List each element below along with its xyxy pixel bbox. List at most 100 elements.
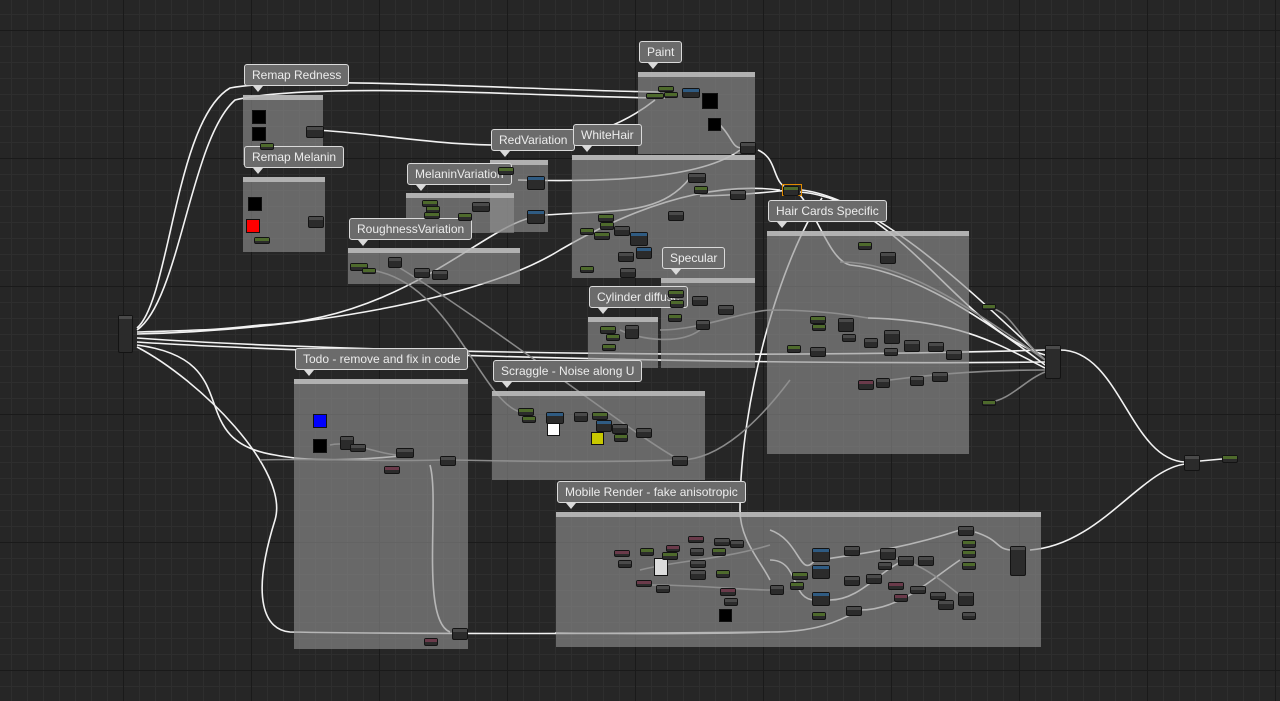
expression-node[interactable] [614,550,630,557]
expression-node[interactable] [594,232,610,240]
expression-node[interactable] [812,612,826,620]
expression-node[interactable] [668,290,684,298]
expression-node[interactable] [876,378,890,388]
expression-node[interactable] [614,434,628,442]
black-constant-swatch[interactable] [313,439,327,453]
expression-node[interactable] [518,408,534,416]
expression-node[interactable] [694,186,708,194]
comment-paint[interactable] [638,72,755,154]
expression-node[interactable] [958,592,974,606]
expression-node[interactable] [783,186,799,196]
expression-node[interactable] [612,424,628,434]
comment-title-remap-redness[interactable]: Remap Redness [244,64,350,92]
expression-node[interactable] [625,325,639,339]
expression-node[interactable] [864,338,878,348]
expression-node[interactable] [904,340,920,352]
comment-title-specular[interactable]: Specular [662,247,726,275]
expression-node[interactable] [664,92,678,98]
expression-node[interactable] [696,320,710,330]
expression-node[interactable] [724,598,738,606]
blue-constant-swatch[interactable] [313,414,327,428]
black-constant-swatch[interactable] [248,197,262,211]
expression-node[interactable] [600,326,616,334]
expression-node[interactable] [396,448,414,458]
expression-node[interactable] [118,315,133,353]
expression-node[interactable] [546,412,564,424]
expression-node[interactable] [894,594,908,602]
expression-node[interactable] [866,574,882,584]
white-constant-swatch[interactable] [654,558,668,576]
expression-node[interactable] [618,560,632,568]
black-constant-swatch[interactable] [252,110,266,124]
expression-node[interactable] [452,628,468,640]
expression-node[interactable] [424,638,438,646]
expression-node[interactable] [910,586,926,594]
expression-node[interactable] [810,347,826,357]
expression-node[interactable] [714,538,730,546]
expression-node[interactable] [618,252,634,262]
expression-node[interactable] [690,560,706,568]
expression-node[interactable] [636,580,652,587]
expression-node[interactable] [362,268,376,274]
expression-node[interactable] [962,540,976,548]
expression-node[interactable] [730,540,744,548]
expression-node[interactable] [636,428,652,438]
expression-node[interactable] [858,242,872,250]
expression-node[interactable] [688,536,704,543]
expression-node[interactable] [1045,345,1061,379]
expression-node[interactable] [350,444,366,452]
expression-node[interactable] [720,588,736,596]
expression-node[interactable] [670,300,684,308]
expression-node[interactable] [688,173,706,183]
expression-node[interactable] [812,565,830,579]
expression-node[interactable] [958,526,974,536]
expression-node[interactable] [878,562,892,570]
expression-node[interactable] [884,348,898,356]
expression-node[interactable] [918,556,934,566]
expression-node[interactable] [790,582,804,590]
expression-node[interactable] [1010,546,1026,576]
expression-node[interactable] [880,548,896,560]
expression-node[interactable] [592,412,608,420]
expression-node[interactable] [672,456,688,466]
expression-node[interactable] [472,202,490,212]
comment-title-scraggle[interactable]: Scraggle - Noise along U [493,360,643,388]
expression-node[interactable] [844,576,860,586]
expression-node[interactable] [458,213,472,221]
expression-node[interactable] [962,550,976,558]
expression-node[interactable] [527,176,545,190]
expression-node[interactable] [440,456,456,466]
comment-title-red-variation[interactable]: RedVariation [491,129,576,157]
expression-node[interactable] [580,228,594,235]
expression-node[interactable] [730,190,746,200]
black-constant-swatch[interactable] [708,118,721,131]
yellow-constant-swatch[interactable] [591,432,604,445]
expression-node[interactable] [888,582,904,590]
expression-node[interactable] [614,226,630,236]
expression-node[interactable] [668,211,684,221]
comment-title-remap-melanin[interactable]: Remap Melanin [244,146,345,174]
expression-node[interactable] [636,247,652,259]
expression-node[interactable] [812,548,830,562]
expression-node[interactable] [880,252,896,264]
expression-node[interactable] [388,257,402,268]
expression-node[interactable] [640,548,654,556]
comment-title-hair-cards-specific[interactable]: Hair Cards Specific [768,200,887,228]
black-constant-swatch[interactable] [252,127,266,141]
expression-node[interactable] [982,304,996,310]
expression-node[interactable] [910,376,924,386]
expression-node[interactable] [580,266,594,273]
expression-node[interactable] [690,570,706,580]
expression-node[interactable] [646,93,664,99]
expression-node[interactable] [740,142,756,154]
expression-node[interactable] [424,212,440,219]
red-constant-swatch[interactable] [246,219,260,233]
black-constant-swatch[interactable] [702,93,718,109]
expression-node[interactable] [898,556,914,566]
comment-title-mobile-render[interactable]: Mobile Render - fake anisotropic [557,481,746,509]
expression-node[interactable] [690,548,704,556]
expression-node[interactable] [846,606,862,616]
expression-node[interactable] [812,592,830,606]
material-graph-canvas[interactable]: Remap Redness Remap Melanin Paint RedVar… [0,0,1280,701]
expression-node[interactable] [656,585,670,593]
